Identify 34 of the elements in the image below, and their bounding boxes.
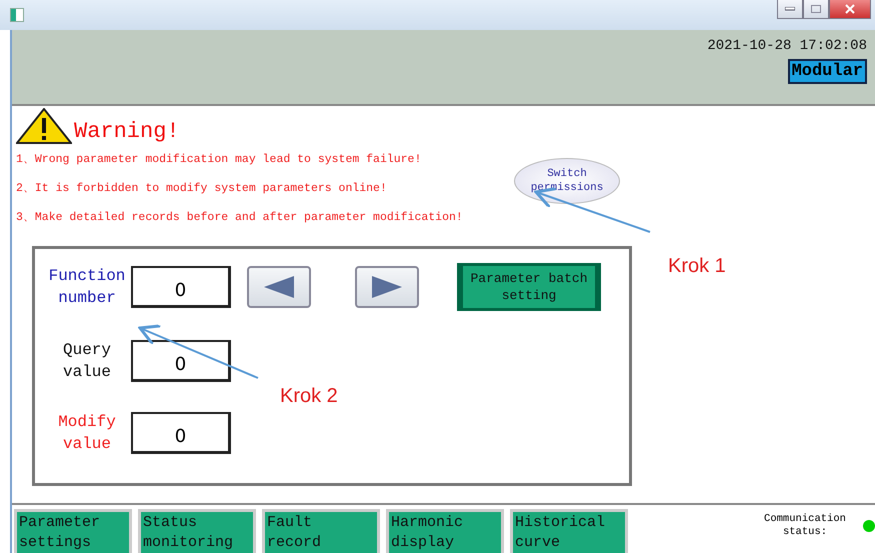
value-field[interactable]: 0 [131,340,231,382]
field-label: Function number [48,266,126,309]
nav-tab[interactable]: Fault record [262,509,380,553]
annotation-label: Krok 2 [280,385,338,408]
nav-tab[interactable]: Parameter settings [14,509,132,553]
right-triangle-icon [370,275,404,299]
switch-permissions-button[interactable]: Switch permissions [514,158,620,204]
warning-title: Warning! [74,119,180,144]
left-triangle-icon [262,275,296,299]
annotation-label: Krok 1 [668,255,726,278]
warning-text: 2、It is forbidden to modify system parameters online! [16,181,388,195]
field-label: Query value [62,340,112,383]
mode-button[interactable]: Modular [788,59,867,84]
app-icon [10,8,24,22]
minimize-button[interactable] [777,0,803,19]
maximize-button[interactable] [803,0,829,19]
warning-text: 3、Make detailed records before and after parameter modification! [16,210,464,224]
nav-tab[interactable]: Historical curve [510,509,628,553]
date-time: 2021-10-28 17:02:08 [707,38,867,54]
value-field[interactable]: 0 [131,266,231,308]
warning-icon [16,108,72,144]
value-field[interactable]: 0 [131,412,231,454]
previous-button[interactable] [247,266,311,308]
nav-tab[interactable]: Harmonic display [386,509,504,553]
next-button[interactable] [355,266,419,308]
minimize-icon [785,7,795,11]
close-icon [845,4,855,14]
communication-label: Communication status: [763,513,847,539]
batch-setting-button[interactable]: Parameter batch setting [457,263,601,311]
nav-tab[interactable]: Status monitoring [138,509,256,553]
field-label: Modify value [57,412,117,455]
warning-text: 1、Wrong parameter modification may lead to system failure! [16,152,422,166]
close-button[interactable] [829,0,871,19]
maximize-icon [811,5,821,13]
